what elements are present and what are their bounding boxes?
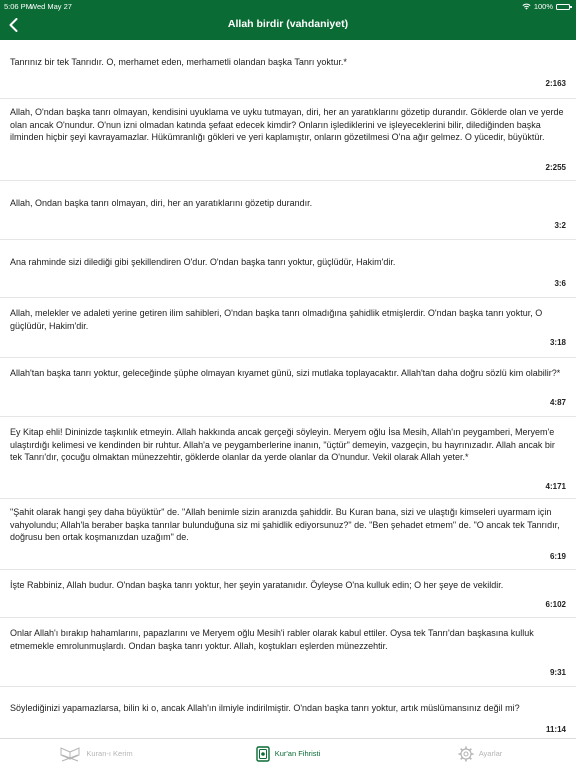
tab-ayarlar[interactable]: Ayarlar [384,739,576,768]
battery-percent: 100% [533,2,553,11]
verse-text: Ey Kitap ehli! Dininizde taşkınlık etmey… [10,427,555,462]
verse-text: Allah, O'ndan başka tanrı olmayan, kendi… [10,107,564,142]
verse-item[interactable]: "Şahit olarak hangi şey daha büyüktür" d… [0,499,576,570]
verse-reference: 6:19 [549,552,566,561]
verse-reference: 4:87 [549,398,566,407]
verse-item[interactable]: Onlar Allah'ı bırakıp hahamlarını, papaz… [0,618,576,687]
verse-reference: 3:2 [554,221,566,230]
status-time: 5:06 PM [4,2,32,11]
verse-text: Allah'tan başka tanrı yoktur, geleceğind… [10,368,561,378]
verse-reference: 9:31 [549,668,566,677]
book-stand-icon [60,746,80,762]
verse-item[interactable]: Allah'tan başka tanrı yoktur, geleceğind… [0,358,576,417]
verse-text: Söylediğinizi yapamazlarsa, bilin ki o, … [10,703,520,713]
verse-reference: 2:255 [545,163,566,172]
verse-reference: 2:163 [545,79,566,88]
gear-icon [458,746,474,761]
navigation-header: 5:06 PM Wed May 27 100% Allah birdir (va… [0,0,576,40]
verse-text: "Şahit olarak hangi şey daha büyüktür" d… [10,507,560,542]
index-book-icon [255,745,270,762]
verse-text: Tanrınız bir tek Tanrıdır. O, merhamet e… [10,57,347,67]
battery-icon [556,3,572,10]
status-bar: 5:06 PM Wed May 27 100% [0,0,576,12]
verse-reference: 11:14 [545,725,566,734]
tab-bar: Kuran-ı Kerim Kur'an Fihristi Ayarlar [0,738,576,768]
page-title: Allah birdir (vahdaniyet) [227,18,349,30]
verse-text: İşte Rabbiniz, Allah budur. O'ndan başka… [10,580,504,590]
verse-item[interactable]: Allah, O'ndan başka tanrı olmayan, kendi… [0,99,576,181]
verse-text: Ana rahminde sizi dilediği gibi şekillen… [10,257,396,267]
verse-item[interactable]: Allah, Ondan başka tanrı olmayan, diri, … [0,181,576,240]
verse-text: Allah, Ondan başka tanrı olmayan, diri, … [10,198,313,208]
verse-list[interactable]: Tanrınız bir tek Tanrıdır. O, merhamet e… [0,40,576,738]
verse-text: Onlar Allah'ı bırakıp hahamlarını, papaz… [10,628,534,651]
tab-label: Kur'an Fihristi [274,749,321,758]
verse-item[interactable]: Ana rahminde sizi dilediği gibi şekillen… [0,240,576,298]
verse-text: Allah, melekler ve adaleti yerine getire… [10,308,543,331]
verse-item[interactable]: Söylediğinizi yapamazlarsa, bilin ki o, … [0,687,576,738]
verse-item[interactable]: Allah, melekler ve adaleti yerine getire… [0,298,576,358]
wifi-icon [522,3,531,10]
verse-reference: 6:102 [545,600,566,609]
verse-item[interactable]: Tanrınız bir tek Tanrıdır. O, merhamet e… [0,40,576,99]
verse-reference: 3:18 [549,338,566,347]
verse-item[interactable]: İşte Rabbiniz, Allah budur. O'ndan başka… [0,570,576,618]
status-date: Wed May 27 [30,2,72,11]
tab-kuran-i-kerim[interactable]: Kuran-ı Kerim [0,739,192,768]
verse-item[interactable]: Ey Kitap ehli! Dininizde taşkınlık etmey… [0,417,576,499]
tab-label: Kuran-ı Kerim [86,749,133,758]
tab-label: Ayarlar [478,749,503,758]
tab-kuran-fihristi[interactable]: Kur'an Fihristi [192,739,384,768]
verse-reference: 3:6 [554,279,566,288]
status-indicators: 100% [522,2,572,11]
verse-reference: 4:171 [545,482,566,491]
